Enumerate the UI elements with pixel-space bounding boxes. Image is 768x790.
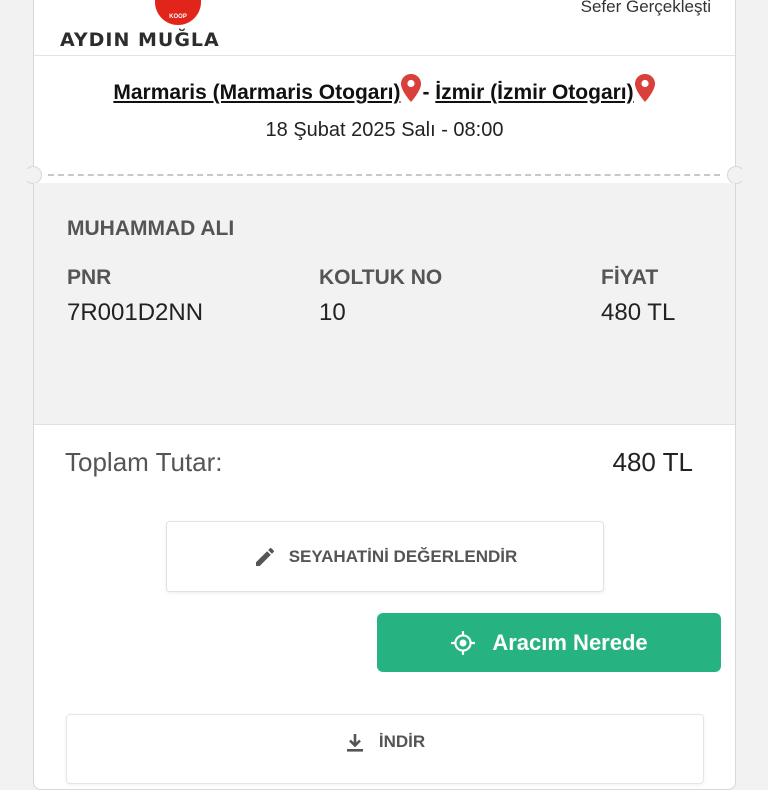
download-icon xyxy=(345,732,365,754)
download-label: İNDİR xyxy=(378,732,426,751)
map-pin-icon[interactable] xyxy=(400,73,422,103)
price-label: FİYAT xyxy=(601,266,659,289)
perforation-divider xyxy=(48,174,720,176)
pencil-icon xyxy=(253,545,277,569)
download-button[interactable]: İNDİR xyxy=(66,714,704,784)
price-value: 480 TL xyxy=(601,299,676,326)
location-target-icon xyxy=(450,630,476,656)
route-line: Marmaris (Marmaris Otogarı) - İzmir (İzmi… xyxy=(34,73,735,105)
route-separator: - xyxy=(422,81,436,104)
total-value: 480 TL xyxy=(612,447,693,477)
pnr-label: PNR xyxy=(67,266,112,289)
total-label: Toplam Tutar: xyxy=(65,447,223,477)
ticket-notch-left xyxy=(24,166,42,184)
pnr-value: 7R001D2NN xyxy=(67,299,204,326)
origin-link[interactable]: Marmaris (Marmaris Otogarı) xyxy=(113,81,400,104)
ticket-card: KOOP AYDIN MUĞLA Sefer Gerçekleşti Marma… xyxy=(24,0,745,790)
seat-value: 10 xyxy=(319,299,346,326)
map-pin-icon[interactable] xyxy=(634,73,656,103)
ticket-notch-right xyxy=(727,166,745,184)
trip-date-time: 18 Şubat 2025 Salı - 08:00 xyxy=(265,119,504,141)
rate-trip-label: SEYAHATİNİ DEĞERLENDİR xyxy=(288,546,518,566)
company-logo: KOOP AYDIN MUĞLA xyxy=(58,0,258,51)
seat-label: KOLTUK NO xyxy=(319,266,443,289)
destination-link[interactable]: İzmir (İzmir Otogarı) xyxy=(435,81,633,104)
logo-text: AYDIN MUĞLA xyxy=(60,29,220,51)
ticket-header: KOOP AYDIN MUĞLA Sefer Gerçekleşti xyxy=(34,0,735,56)
where-is-my-bus-button[interactable]: Aracım Nerede xyxy=(377,613,721,672)
passenger-section: MUHAMMAD ALI PNR 7R001D2NN KOLTUK NO 10 … xyxy=(34,183,735,425)
rate-trip-button[interactable]: SEYAHATİNİ DEĞERLENDİR xyxy=(166,521,604,592)
logo-badge: KOOP xyxy=(169,14,187,20)
logo-emblem: KOOP xyxy=(155,0,201,25)
where-is-my-bus-label: Aracım Nerede xyxy=(492,629,648,655)
passenger-name: MUHAMMAD ALI xyxy=(67,217,235,240)
trip-status: Sefer Gerçekleşti xyxy=(580,0,711,16)
